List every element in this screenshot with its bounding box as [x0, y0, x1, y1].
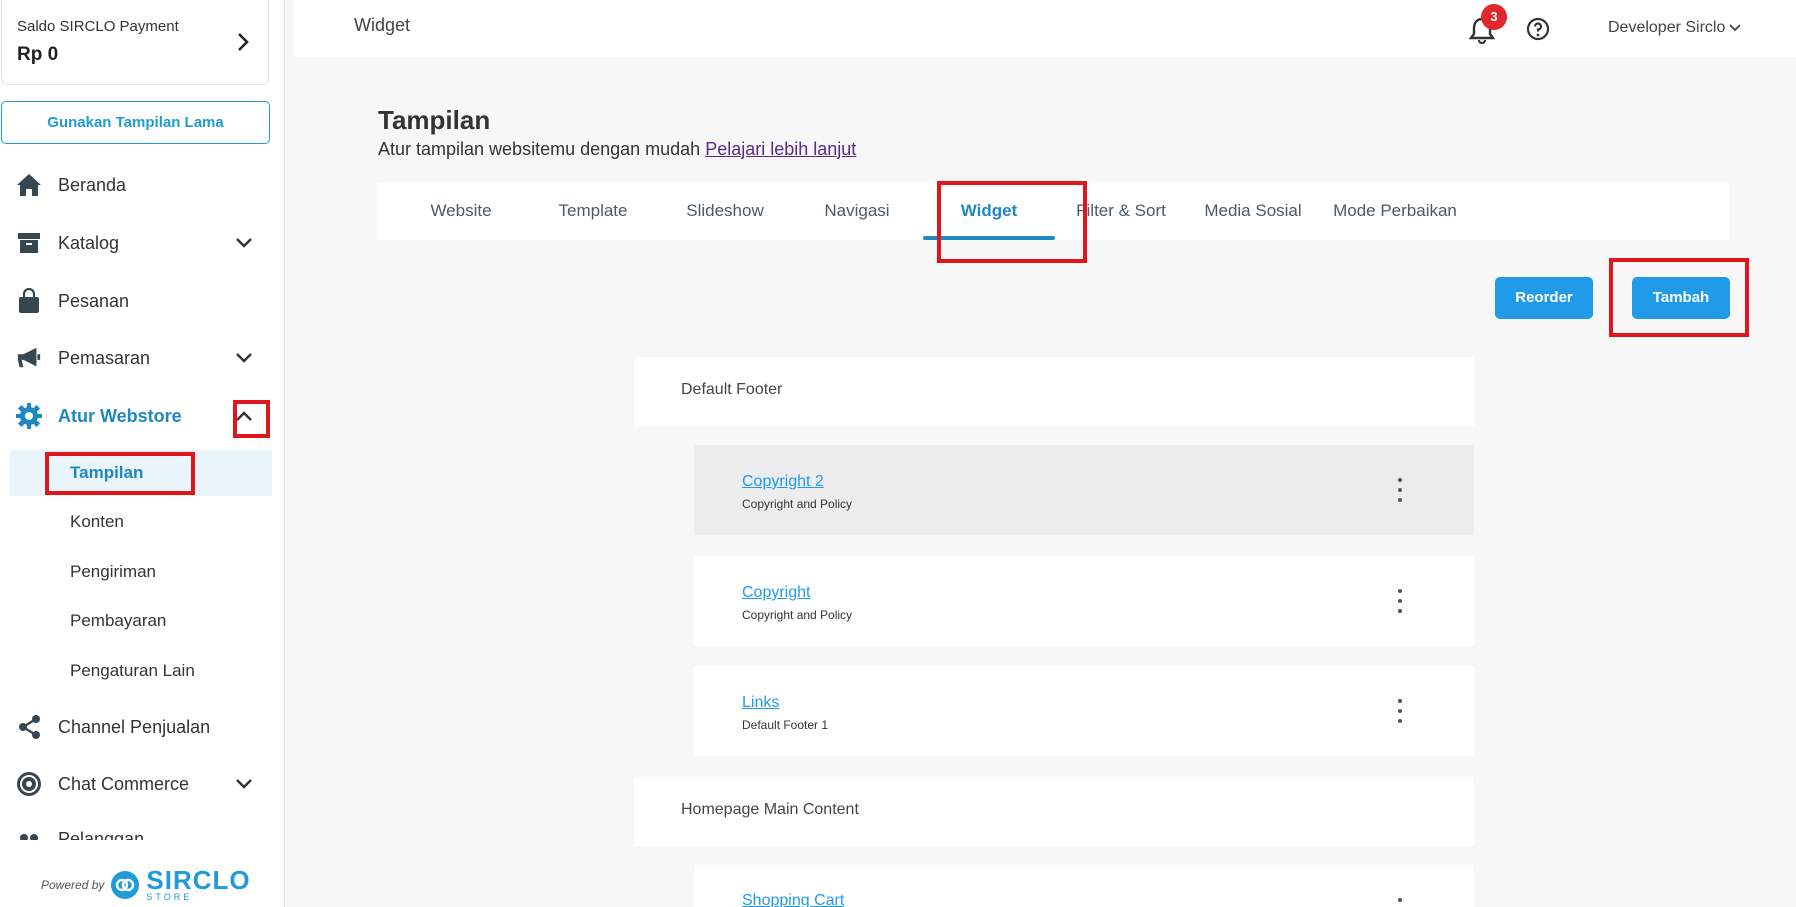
tab-media-sosial[interactable]: Media Sosial	[1183, 182, 1323, 240]
sidebar-subitem-konten[interactable]: Konten	[10, 499, 272, 545]
sidebar-item-atur-webstore[interactable]: Atur Webstore	[0, 392, 284, 440]
brand-logo: SIRCLO STORE	[146, 865, 251, 902]
sidebar-subitem-pengiriman[interactable]: Pengiriman	[10, 549, 272, 595]
sidebar-subitem-tampilan[interactable]: Tampilan	[10, 450, 272, 496]
widget-card: Links Default Footer 1	[694, 666, 1474, 756]
more-vertical-icon[interactable]	[1394, 898, 1406, 907]
old-view-button[interactable]: Gunakan Tampilan Lama	[1, 101, 270, 144]
widget-description: Copyright and Policy	[742, 497, 853, 511]
widget-name-link[interactable]: Links	[742, 694, 779, 712]
more-vertical-icon[interactable]	[1394, 699, 1406, 723]
sidebar-item-label: Chat Commerce	[58, 773, 190, 794]
powered-by: Powered by SIRCLO STORE	[41, 865, 251, 902]
archive-icon	[16, 230, 42, 256]
user-menu[interactable]: Developer Sirclo	[1608, 19, 1742, 37]
sidebar-item-label: Beranda	[58, 174, 127, 195]
sidebar-item-pelanggan[interactable]: Pelanggan	[0, 817, 284, 840]
sidebar-item-katalog[interactable]: Katalog	[0, 219, 284, 267]
sidebar-item-label: Atur Webstore	[58, 405, 182, 426]
widget-card: Shopping Cart	[694, 865, 1474, 907]
tab-widget[interactable]: Widget	[919, 182, 1059, 240]
gear-icon	[16, 403, 42, 429]
user-name: Developer Sirclo	[1608, 19, 1726, 36]
sidebar-item-pesanan[interactable]: Pesanan	[0, 277, 284, 325]
sidebar-subitem-label: Pengaturan Lain	[70, 661, 195, 680]
widget-card: Copyright Copyright and Policy	[694, 556, 1474, 646]
shopping-bag-icon	[16, 288, 42, 314]
add-widget-button[interactable]: Tambah	[1632, 277, 1730, 319]
sidebar-subitem-label: Pengiriman	[70, 562, 156, 581]
sidebar-item-label: Pemasaran	[58, 347, 151, 368]
more-vertical-icon[interactable]	[1394, 589, 1406, 613]
chevron-down-icon[interactable]	[234, 774, 254, 794]
widget-name-link[interactable]: Copyright	[742, 584, 810, 602]
tab-filter-sort[interactable]: Filter & Sort	[1051, 182, 1191, 240]
learn-more-link[interactable]: Pelajari lebih lanjut	[705, 139, 856, 159]
page-title: Widget	[354, 15, 411, 35]
chevron-right-icon[interactable]	[234, 30, 252, 54]
chevron-up-icon[interactable]	[234, 406, 254, 426]
widget-group: Default Footer	[634, 357, 1474, 426]
balance-amount: Rp 0	[17, 44, 59, 65]
sidebar-item-label: Pesanan	[58, 290, 130, 311]
balance-card[interactable]: Saldo SIRCLO Payment Rp 0	[1, 0, 269, 85]
widget-group-title: Default Footer	[681, 381, 783, 398]
home-icon	[16, 172, 42, 198]
chevron-down-icon[interactable]	[234, 233, 254, 253]
balance-label: Saldo SIRCLO Payment	[17, 18, 179, 35]
more-vertical-icon[interactable]	[1394, 478, 1406, 502]
section-subtitle: Atur tampilan websitemu dengan mudah Pel…	[378, 139, 856, 160]
widget-description: Copyright and Policy	[742, 608, 853, 622]
subtitle-text: Atur tampilan websitemu dengan mudah	[378, 139, 701, 159]
sidebar-subitem-pengaturan-lain[interactable]: Pengaturan Lain	[10, 648, 272, 694]
sidebar-item-label: Channel Penjualan	[58, 716, 211, 737]
widget-description: Default Footer 1	[742, 718, 829, 732]
tab-bar: Website Template Slideshow Navigasi Widg…	[377, 182, 1729, 240]
brand-name: SIRCLO	[146, 865, 251, 895]
sidebar-item-chat-commerce[interactable]: Chat Commerce	[0, 760, 284, 808]
help-icon[interactable]	[1526, 17, 1550, 41]
tab-slideshow[interactable]: Slideshow	[655, 182, 795, 240]
sirclo-logo-icon	[111, 871, 140, 899]
widget-group-title: Homepage Main Content	[681, 801, 859, 818]
powered-by-label: Powered by	[41, 878, 105, 892]
share-icon	[16, 714, 42, 740]
sidebar-subitem-label: Konten	[70, 512, 124, 531]
sidebar: Saldo SIRCLO Payment Rp 0 Gunakan Tampil…	[0, 0, 285, 907]
tab-mode-perbaikan[interactable]: Mode Perbaikan	[1315, 182, 1475, 240]
sidebar-item-channel-penjualan[interactable]: Channel Penjualan	[0, 703, 284, 751]
chat-commerce-icon	[16, 771, 42, 797]
sidebar-item-beranda[interactable]: Beranda	[0, 161, 284, 209]
tab-website[interactable]: Website	[391, 182, 531, 240]
reorder-button[interactable]: Reorder	[1495, 277, 1593, 319]
widget-name-link[interactable]: Copyright 2	[742, 473, 824, 491]
sidebar-subitem-label: Tampilan	[70, 463, 144, 482]
customers-icon	[16, 829, 42, 840]
chevron-down-icon[interactable]	[234, 348, 254, 368]
sidebar-item-pemasaran[interactable]: Pemasaran	[0, 334, 284, 382]
sidebar-item-label: Katalog	[58, 232, 120, 253]
tab-navigasi[interactable]: Navigasi	[787, 182, 927, 240]
widget-card: Copyright 2 Copyright and Policy	[694, 445, 1474, 535]
section-title: Tampilan	[378, 105, 491, 135]
sidebar-subitem-pembayaran[interactable]: Pembayaran	[10, 598, 272, 644]
top-bar: Widget	[294, 0, 1796, 57]
megaphone-icon	[16, 345, 42, 371]
chevron-down-icon	[1729, 24, 1742, 32]
tab-template[interactable]: Template	[523, 182, 663, 240]
sidebar-subitem-label: Pembayaran	[70, 611, 167, 630]
widget-group: Homepage Main Content	[634, 777, 1474, 846]
widget-name-link[interactable]: Shopping Cart	[742, 892, 844, 907]
notification-badge: 3	[1481, 4, 1507, 30]
sidebar-item-label: Pelanggan	[58, 829, 145, 840]
